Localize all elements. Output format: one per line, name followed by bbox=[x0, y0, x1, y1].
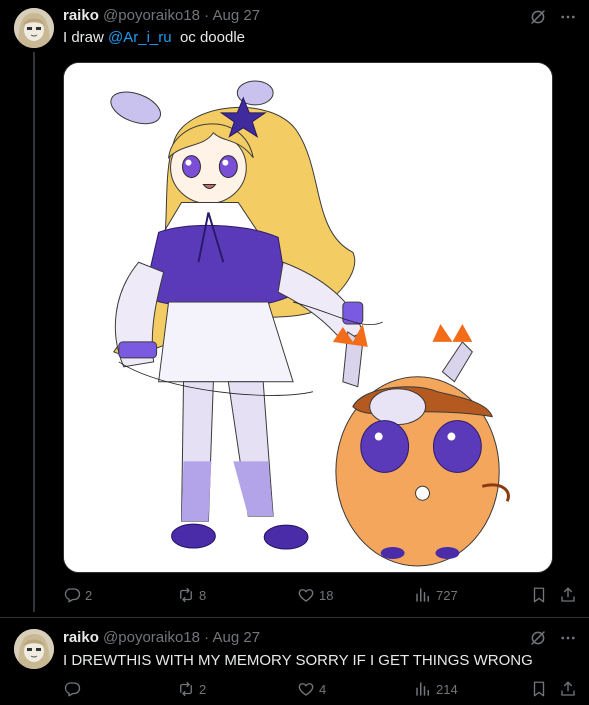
bookmark-icon bbox=[530, 680, 548, 698]
display-name[interactable]: raiko bbox=[63, 629, 99, 646]
header-actions bbox=[529, 8, 577, 26]
repost-icon bbox=[177, 586, 195, 604]
like-button[interactable]: 18 bbox=[297, 584, 333, 606]
share-button[interactable] bbox=[559, 584, 577, 606]
views-icon bbox=[414, 586, 432, 604]
share-icon bbox=[559, 680, 577, 698]
more-icon[interactable] bbox=[559, 629, 577, 647]
bookmark-button[interactable] bbox=[530, 584, 548, 606]
display-name[interactable]: raiko bbox=[63, 7, 99, 24]
reply-button[interactable]: 2 bbox=[63, 584, 92, 606]
repost-count: 8 bbox=[199, 587, 207, 603]
tweet-actions: 2 4 214 bbox=[63, 678, 579, 700]
views-count: 214 bbox=[436, 681, 458, 697]
tweet-actions: 2 8 18 727 bbox=[63, 584, 579, 606]
views-icon bbox=[414, 680, 432, 698]
mention-link[interactable]: @Ar_i_ru bbox=[108, 29, 172, 46]
bookmark-icon bbox=[530, 586, 548, 604]
handle[interactable]: @poyoraiko18 bbox=[103, 629, 200, 646]
grok-icon[interactable] bbox=[529, 8, 547, 26]
reply-button[interactable] bbox=[63, 678, 85, 700]
avatar[interactable] bbox=[14, 8, 54, 48]
separator: · bbox=[204, 7, 210, 24]
handle[interactable]: @poyoraiko18 bbox=[103, 7, 200, 24]
reply-icon bbox=[63, 586, 81, 604]
views-button[interactable]: 214 bbox=[414, 678, 458, 700]
timestamp[interactable]: Aug 27 bbox=[213, 629, 261, 646]
illustration bbox=[64, 63, 552, 572]
repost-button[interactable]: 2 bbox=[177, 678, 206, 700]
grok-icon[interactable] bbox=[529, 629, 547, 647]
thread-line bbox=[33, 52, 35, 612]
tweet-header: raiko @poyoraiko18 · Aug 27 bbox=[63, 628, 260, 648]
like-button[interactable]: 4 bbox=[297, 678, 326, 700]
share-icon bbox=[559, 586, 577, 604]
views-button[interactable]: 727 bbox=[414, 584, 458, 606]
like-count: 4 bbox=[319, 681, 327, 697]
tweet-header: raiko @poyoraiko18 · Aug 27 bbox=[63, 6, 260, 26]
views-count: 727 bbox=[436, 587, 458, 603]
reply-icon bbox=[63, 680, 81, 698]
more-icon[interactable] bbox=[559, 8, 577, 26]
like-icon bbox=[297, 586, 315, 604]
bookmark-button[interactable] bbox=[530, 678, 548, 700]
tweet-text: I DREWTHIS WITH MY MEMORY SORRY IF I GET… bbox=[63, 652, 533, 669]
repost-button[interactable]: 8 bbox=[177, 584, 206, 606]
tweet[interactable]: raiko @poyoraiko18 · Aug 27 I DREWTHIS W… bbox=[0, 617, 589, 705]
like-icon bbox=[297, 680, 315, 698]
tweet-text-part: I draw bbox=[63, 29, 109, 46]
repost-icon bbox=[177, 680, 195, 698]
reply-count: 2 bbox=[85, 587, 93, 603]
separator: · bbox=[204, 629, 210, 646]
tweet[interactable]: raiko @poyoraiko18 · Aug 27 I draw @Ar_i… bbox=[0, 0, 589, 617]
repost-count: 2 bbox=[199, 681, 207, 697]
share-button[interactable] bbox=[559, 678, 577, 700]
tweet-image[interactable] bbox=[63, 62, 553, 573]
like-count: 18 bbox=[319, 587, 334, 603]
avatar[interactable] bbox=[14, 629, 54, 669]
timestamp[interactable]: Aug 27 bbox=[213, 7, 261, 24]
tweet-text: I draw @Ar_i_ru oc doodle bbox=[63, 28, 245, 48]
tweet-text-part: oc doodle bbox=[171, 29, 245, 46]
header-actions bbox=[529, 629, 577, 647]
